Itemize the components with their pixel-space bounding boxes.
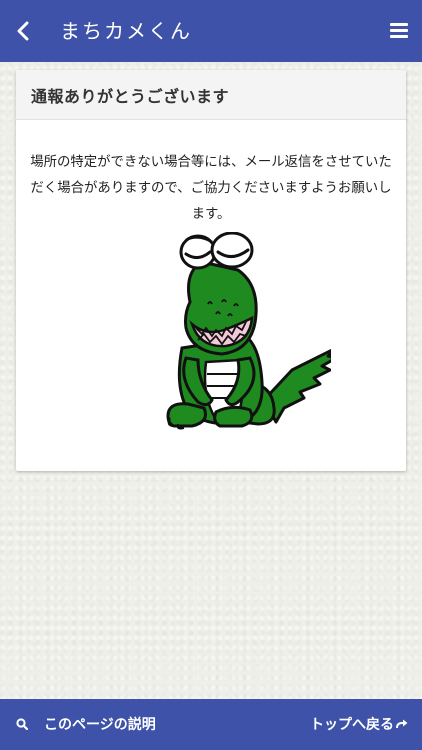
hamburger-menu-icon xyxy=(390,23,408,26)
menu-button[interactable] xyxy=(390,23,408,39)
chevron-left-icon xyxy=(17,21,29,41)
page-help-label: このページの説明 xyxy=(44,717,156,733)
back-button[interactable] xyxy=(12,19,34,43)
thanks-card: 通報ありがとうございます 場所の特定ができない場合等には、メール返信をさせていた… xyxy=(16,70,406,471)
back-to-top-link[interactable]: トップへ戻る xyxy=(310,713,408,735)
app-title: まちカメくん xyxy=(60,19,192,43)
card-message: 場所の特定ができない場合等には、メール返信をさせていただく場合がありますので、ご… xyxy=(30,155,392,222)
card-header: 通報ありがとうございます xyxy=(16,70,406,120)
back-to-top-label: トップへ戻る xyxy=(310,717,394,733)
app-header: まちカメくん xyxy=(0,0,422,62)
footer-bar: このページの説明 トップへ戻る xyxy=(0,699,422,750)
search-icon xyxy=(16,718,28,730)
crocodile-mascot-image xyxy=(166,232,331,430)
page-help-link[interactable]: このページの説明 xyxy=(16,713,156,735)
card-title: 通報ありがとうございます xyxy=(31,86,230,106)
arrow-return-icon xyxy=(396,719,408,729)
